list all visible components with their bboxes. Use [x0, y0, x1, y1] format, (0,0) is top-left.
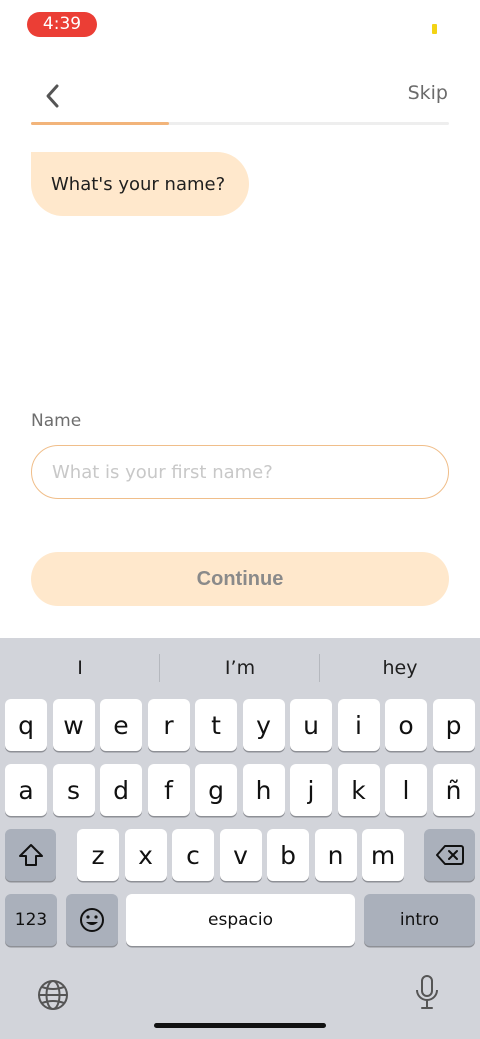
key-a[interactable]: a: [5, 764, 47, 816]
name-input[interactable]: [31, 445, 449, 499]
skip-button[interactable]: Skip: [408, 80, 448, 106]
key-label: j: [307, 775, 315, 805]
key-c[interactable]: c: [172, 829, 214, 881]
key-label: e: [113, 710, 129, 740]
key-v[interactable]: v: [219, 829, 262, 881]
key-g[interactable]: g: [195, 764, 237, 816]
key-label: w: [63, 710, 84, 740]
delete-key[interactable]: [424, 829, 475, 881]
status-time: 4:39: [27, 12, 97, 37]
battery-icon: [432, 24, 437, 34]
key-label: l: [402, 775, 410, 805]
key-label: h: [255, 775, 272, 805]
key-r[interactable]: r: [147, 699, 190, 751]
key-ñ[interactable]: ñ: [432, 764, 475, 816]
progress-bar: [31, 122, 449, 125]
key-label: n: [327, 840, 344, 870]
key-s[interactable]: s: [52, 764, 95, 816]
key-label: s: [66, 775, 81, 805]
shift-key[interactable]: [5, 829, 56, 881]
key-m[interactable]: m: [362, 829, 404, 881]
numbers-key-label: 123: [14, 910, 48, 930]
suggestion-bar: I I’m hey: [0, 648, 480, 688]
emoji-key[interactable]: [66, 894, 118, 946]
return-key-label: intro: [399, 910, 440, 930]
microphone-icon: [416, 975, 438, 1009]
key-n[interactable]: n: [314, 829, 357, 881]
key-label: c: [186, 840, 200, 870]
key-j[interactable]: j: [290, 764, 332, 816]
chevron-left-icon: [46, 84, 59, 108]
key-u[interactable]: u: [290, 699, 332, 751]
key-l[interactable]: l: [385, 764, 427, 816]
key-z[interactable]: z: [77, 829, 119, 881]
suggestion-3[interactable]: hey: [320, 648, 480, 688]
home-indicator: [154, 1023, 326, 1028]
return-key[interactable]: intro: [364, 894, 475, 946]
key-label: q: [18, 710, 34, 740]
key-w[interactable]: w: [52, 699, 95, 751]
progress-fill: [31, 122, 169, 125]
key-label: b: [280, 840, 296, 870]
key-label: z: [91, 840, 105, 870]
key-k[interactable]: k: [337, 764, 380, 816]
key-label: r: [163, 710, 174, 740]
shift-icon: [18, 844, 43, 866]
key-label: t: [211, 710, 221, 740]
continue-button[interactable]: Continue: [31, 552, 449, 606]
dictation-button[interactable]: [410, 972, 444, 1014]
key-y[interactable]: y: [242, 699, 285, 751]
suggestion-1[interactable]: I: [0, 648, 160, 688]
question-text: What's your name?: [51, 173, 226, 195]
key-label: v: [233, 840, 248, 870]
key-h[interactable]: h: [242, 764, 285, 816]
key-label: x: [138, 840, 153, 870]
key-label: d: [113, 775, 129, 805]
key-p[interactable]: p: [432, 699, 475, 751]
key-label: k: [351, 775, 366, 805]
key-label: a: [18, 775, 34, 805]
key-x[interactable]: x: [124, 829, 167, 881]
continue-label: Continue: [196, 567, 284, 590]
status-bar: 4:39: [0, 0, 480, 48]
key-b[interactable]: b: [267, 829, 309, 881]
key-f[interactable]: f: [147, 764, 190, 816]
question-bubble: What's your name?: [31, 152, 250, 216]
key-label: p: [445, 710, 462, 740]
key-label: f: [164, 775, 173, 805]
key-label: ñ: [445, 775, 462, 805]
key-label: i: [355, 710, 362, 740]
numbers-key[interactable]: 123: [5, 894, 57, 946]
keyboard: I I’m hey qwertyuiop asdfghjklñ zxcvbnm …: [0, 638, 480, 1039]
key-label: u: [303, 710, 319, 740]
key-t[interactable]: t: [195, 699, 237, 751]
key-e[interactable]: e: [100, 699, 142, 751]
key-q[interactable]: q: [5, 699, 47, 751]
globe-button[interactable]: [34, 976, 72, 1014]
globe-icon: [38, 980, 68, 1010]
key-d[interactable]: d: [100, 764, 142, 816]
space-key[interactable]: espacio: [126, 894, 355, 946]
key-label: o: [398, 710, 414, 740]
emoji-icon: [80, 908, 104, 932]
suggestion-2[interactable]: I’m: [160, 648, 320, 688]
key-label: y: [256, 710, 271, 740]
name-label: Name: [31, 411, 82, 431]
key-label: g: [208, 775, 224, 805]
key-o[interactable]: o: [385, 699, 427, 751]
key-i[interactable]: i: [337, 699, 380, 751]
backspace-icon: [435, 845, 464, 865]
back-button[interactable]: [34, 76, 70, 116]
key-label: m: [370, 840, 396, 870]
space-key-label: espacio: [208, 910, 273, 930]
